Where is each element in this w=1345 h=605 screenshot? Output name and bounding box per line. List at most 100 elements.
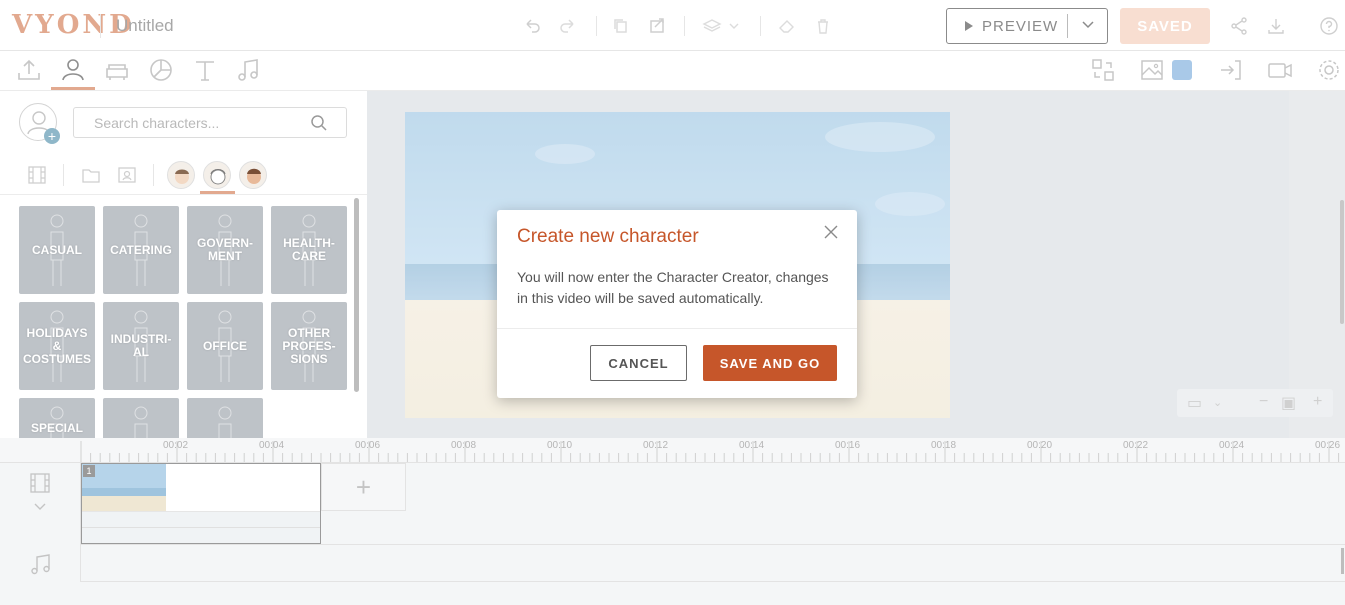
zoom-out-icon[interactable]: − [1259, 393, 1268, 411]
ruler-tick-label: 00:20 [1027, 440, 1053, 451]
gear-icon[interactable] [1316, 57, 1342, 83]
music-icon[interactable] [236, 57, 262, 83]
category-tile[interactable]: GOVERN-MENT [187, 206, 263, 294]
camera-icon[interactable] [1267, 57, 1293, 83]
character-category-grid: CASUAL CATERING GOVERN-MENT HEALTH-CARE … [0, 196, 355, 438]
active-tab-indicator [51, 87, 95, 90]
music-icon[interactable] [29, 552, 53, 581]
scene-number: 1 [83, 465, 95, 477]
plus-icon: + [44, 128, 60, 144]
category-label [187, 398, 263, 438]
vyond-studio-app: VYOND Untitled PREVIEW SAVED + Search ch… [0, 0, 1345, 605]
folder-icon[interactable] [80, 164, 102, 186]
ruler-tick-label: 00:08 [451, 440, 477, 451]
style-business-friendly-avatar[interactable] [167, 161, 195, 189]
timeline-footer [0, 582, 1345, 605]
paste-icon[interactable] [647, 16, 667, 36]
preview-play[interactable]: PREVIEW [947, 9, 1067, 43]
ruler-tick-label: 00:02 [163, 440, 189, 451]
category-tile[interactable]: CATERING [103, 206, 179, 294]
chevron-down-icon[interactable] [33, 499, 47, 517]
eraser-icon[interactable] [777, 16, 797, 36]
clip-sub-divider [82, 527, 320, 528]
play-icon [965, 21, 973, 31]
ruler-tick-label: 00:04 [259, 440, 285, 451]
ruler-tick-label: 00:26 [1315, 440, 1341, 451]
scene-clip[interactable]: 1 [81, 463, 321, 544]
category-tile[interactable]: HOLIDAYS & COSTUMES [19, 302, 95, 390]
download-icon[interactable] [1266, 16, 1286, 36]
saved-button[interactable]: SAVED [1120, 8, 1210, 44]
category-tile[interactable]: OFFICE [187, 302, 263, 390]
category-label: HEALTH-CARE [283, 236, 335, 263]
stage-scrollbar[interactable] [1340, 200, 1344, 324]
swap-icon[interactable] [1090, 57, 1116, 83]
top-header: VYOND Untitled PREVIEW SAVED [0, 0, 1345, 51]
create-character-button[interactable]: + [19, 103, 60, 144]
save-and-go-button[interactable]: SAVE AND GO [703, 345, 837, 381]
toolbar-divider [596, 16, 597, 36]
zoom-fit-icon[interactable]: ▣ [1281, 393, 1296, 413]
category-label: HOLIDAYS & COSTUMES [22, 325, 91, 366]
trash-icon[interactable] [813, 16, 833, 36]
help-icon[interactable] [1319, 16, 1339, 36]
timeline-scrollbar[interactable] [1341, 548, 1344, 574]
document-title[interactable]: Untitled [116, 16, 174, 36]
style-contemporary-avatar[interactable] [239, 161, 267, 189]
search-input[interactable] [74, 108, 294, 137]
user-library-icon[interactable] [116, 164, 138, 186]
category-tile[interactable]: HEALTH-CARE [271, 206, 347, 294]
library-scrollbar[interactable] [354, 198, 359, 392]
copy-icon[interactable] [611, 16, 631, 36]
category-tile[interactable]: OTHER PROFES-SIONS [271, 302, 347, 390]
image-icon[interactable] [1139, 57, 1165, 83]
ruler-tick-label: 00:22 [1123, 440, 1149, 451]
category-tile[interactable]: CASUAL [19, 206, 95, 294]
asset-toolbar [0, 51, 1345, 91]
search-icon[interactable] [310, 114, 328, 132]
share-icon[interactable] [1229, 16, 1249, 36]
redo-icon[interactable] [558, 16, 578, 36]
category-tile[interactable] [103, 398, 179, 438]
style-whiteboard-avatar[interactable] [203, 161, 231, 189]
close-icon[interactable] [823, 224, 839, 240]
character-icon[interactable] [60, 57, 86, 83]
fit-screen-icon[interactable]: ▭ [1187, 393, 1202, 413]
zoom-controls: ▭ ⌄ − ▣ + [1177, 389, 1333, 417]
upload-icon[interactable] [16, 57, 42, 83]
ruler-tick-label: 00:06 [355, 440, 381, 451]
dialog-title: Create new character [517, 226, 699, 247]
film-icon[interactable] [26, 164, 48, 186]
stage-margin [1289, 91, 1345, 438]
category-label: INDUSTRI-AL [110, 332, 172, 359]
chevron-down-icon[interactable] [1068, 19, 1107, 33]
category-label: GOVERN-MENT [196, 236, 253, 263]
cancel-button[interactable]: CANCEL [590, 345, 687, 381]
category-tile[interactable] [187, 398, 263, 438]
category-label: SPECIAL [30, 421, 83, 435]
preview-button[interactable]: PREVIEW [946, 8, 1108, 44]
chevron-down-icon[interactable]: ⌄ [1213, 396, 1222, 409]
add-scene-button[interactable]: + [321, 463, 406, 511]
preview-label: PREVIEW [982, 17, 1059, 35]
audio-track[interactable] [81, 545, 1345, 582]
background-color-swatch[interactable] [1172, 60, 1192, 80]
selected-style-indicator [200, 191, 235, 194]
category-label: CATERING [110, 242, 172, 257]
filter-divider [63, 164, 64, 186]
text-icon[interactable] [192, 57, 218, 83]
time-ruler[interactable]: 00:02 00:04 00:06 00:08 00:10 00:12 00:14 00:16… [0, 438, 1345, 463]
props-icon[interactable] [104, 57, 130, 83]
character-search [73, 107, 347, 138]
layers-icon[interactable] [702, 16, 742, 36]
dialog-divider [497, 328, 857, 329]
undo-icon[interactable] [522, 16, 542, 36]
thumbnail-sand [82, 496, 166, 511]
film-icon[interactable] [29, 472, 51, 499]
chart-pie-icon[interactable] [148, 57, 174, 83]
enter-effect-icon[interactable] [1218, 57, 1244, 83]
zoom-in-icon[interactable]: + [1313, 393, 1322, 411]
category-tile[interactable]: INDUSTRI-AL [103, 302, 179, 390]
category-tile[interactable]: SPECIAL [19, 398, 95, 438]
ruler-tick-label: 00:10 [547, 440, 573, 451]
